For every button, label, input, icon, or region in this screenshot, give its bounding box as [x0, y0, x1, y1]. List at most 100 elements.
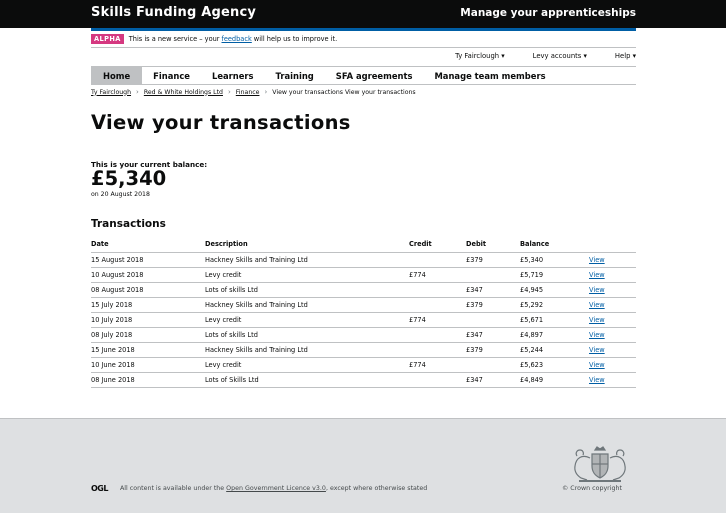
view-transaction-link[interactable]: View — [589, 361, 605, 369]
table-row: 15 June 2018 Hackney Skills and Training… — [91, 342, 636, 358]
feedback-link[interactable]: feedback — [222, 35, 252, 43]
service-name[interactable]: Manage your apprenticeships — [460, 7, 636, 19]
view-transaction-link[interactable]: View — [589, 271, 605, 279]
header-accent-bar — [91, 28, 636, 31]
help-menu[interactable]: Help ▾ — [615, 52, 636, 60]
cell-description: Hackney Skills and Training Ltd — [205, 342, 409, 358]
cell-balance: £4,945 — [520, 282, 589, 298]
breadcrumb-current: View your transactions View your transac… — [272, 88, 416, 96]
cell-balance: £5,623 — [520, 357, 589, 373]
cell-debit — [466, 357, 520, 373]
nav-finance[interactable]: Finance — [142, 67, 201, 85]
transactions-heading: Transactions — [91, 218, 166, 230]
cell-description: Hackney Skills and Training Ltd — [205, 252, 409, 268]
cell-balance: £5,719 — [520, 267, 589, 283]
cell-date: 15 August 2018 — [91, 252, 205, 268]
view-transaction-link[interactable]: View — [589, 316, 605, 324]
view-transaction-link[interactable]: View — [589, 331, 605, 339]
table-row: 10 August 2018 Levy credit £774 £5,719 V… — [91, 267, 636, 283]
cell-description: Hackney Skills and Training Ltd — [205, 297, 409, 313]
ogl-logo: OGL — [91, 484, 108, 493]
levy-accounts-menu[interactable]: Levy accounts ▾ — [533, 52, 587, 60]
table-row: 15 August 2018 Hackney Skills and Traini… — [91, 252, 636, 268]
user-menu[interactable]: Ty Fairclough ▾ — [455, 52, 505, 60]
cell-balance: £5,292 — [520, 297, 589, 313]
cell-debit: £379 — [466, 342, 520, 358]
column-header-date: Date — [91, 237, 205, 253]
cell-action: View — [589, 372, 636, 388]
breadcrumb-organisation[interactable]: Red & White Holdings Ltd — [144, 89, 223, 96]
chevron-right-icon: › — [264, 88, 268, 96]
cell-description: Lots of skills Ltd — [205, 282, 409, 298]
cell-description: Levy credit — [205, 267, 409, 283]
view-transaction-link[interactable]: View — [589, 256, 605, 264]
view-transaction-link[interactable]: View — [589, 376, 605, 384]
crown-copyright-link[interactable]: © Crown copyright — [562, 485, 622, 492]
nav-learners[interactable]: Learners — [201, 67, 265, 85]
nav-manage-team-members[interactable]: Manage team members — [423, 67, 556, 85]
column-header-balance: Balance — [520, 237, 589, 253]
phase-text-after: will help us to improve it. — [253, 35, 338, 43]
nav-training[interactable]: Training — [265, 67, 325, 85]
nav-home[interactable]: Home — [91, 67, 143, 85]
cell-description: Lots of Skills Ltd — [205, 372, 409, 388]
cell-description: Levy credit — [205, 312, 409, 328]
cell-credit — [409, 327, 466, 343]
view-transaction-link[interactable]: View — [589, 286, 605, 294]
licence-text-after: , except where otherwise stated — [325, 485, 428, 492]
cell-balance: £5,244 — [520, 342, 589, 358]
phase-text-before: This is a new service – your — [128, 35, 220, 43]
cell-description: Lots of skills Ltd — [205, 327, 409, 343]
divider — [91, 47, 636, 48]
open-government-licence-link[interactable]: Open Government Licence v3.0 — [226, 485, 326, 492]
global-header: Skills Funding Agency Manage your appren… — [0, 0, 726, 28]
cell-description: Levy credit — [205, 357, 409, 373]
cell-balance: £4,897 — [520, 327, 589, 343]
cell-date: 10 July 2018 — [91, 312, 205, 328]
nav-sfa-agreements[interactable]: SFA agreements — [325, 67, 424, 85]
cell-credit — [409, 372, 466, 388]
phase-banner: ALPHA This is a new service – your feedb… — [91, 34, 337, 44]
cell-action: View — [589, 327, 636, 343]
chevron-right-icon: › — [227, 88, 231, 96]
royal-coat-of-arms-icon — [574, 446, 626, 482]
cell-date: 10 August 2018 — [91, 267, 205, 283]
account-nav: Ty Fairclough ▾ Levy accounts ▾ Help ▾ — [427, 52, 636, 60]
breadcrumb-finance[interactable]: Finance — [236, 89, 260, 96]
cell-debit: £347 — [466, 327, 520, 343]
transactions-body: 15 August 2018 Hackney Skills and Traini… — [91, 252, 636, 388]
cell-credit — [409, 282, 466, 298]
view-transaction-link[interactable]: View — [589, 346, 605, 354]
cell-date: 10 June 2018 — [91, 357, 205, 373]
cell-action: View — [589, 357, 636, 373]
licence-text: All content is available under the Open … — [120, 485, 427, 492]
cell-debit: £347 — [466, 372, 520, 388]
cell-debit: £379 — [466, 252, 520, 268]
brand-logo[interactable]: Skills Funding Agency — [91, 5, 256, 20]
table-row: 15 July 2018 Hackney Skills and Training… — [91, 297, 636, 313]
cell-date: 08 June 2018 — [91, 372, 205, 388]
breadcrumb-user[interactable]: Ty Fairclough — [91, 89, 131, 96]
alpha-tag: ALPHA — [91, 34, 124, 44]
main-nav: Home Finance Learners Training SFA agree… — [91, 67, 636, 85]
cell-date: 15 June 2018 — [91, 342, 205, 358]
cell-credit: £774 — [409, 267, 466, 283]
cell-credit — [409, 252, 466, 268]
cell-action: View — [589, 297, 636, 313]
current-balance: £5,340 — [91, 167, 167, 190]
page-title: View your transactions — [91, 111, 351, 134]
column-header-description: Description — [205, 237, 409, 253]
table-header-row: Date Description Credit Debit Balance — [91, 237, 636, 253]
view-transaction-link[interactable]: View — [589, 301, 605, 309]
cell-debit: £379 — [466, 297, 520, 313]
cell-action: View — [589, 312, 636, 328]
column-header-credit: Credit — [409, 237, 466, 253]
cell-debit — [466, 312, 520, 328]
cell-balance: £5,340 — [520, 252, 589, 268]
cell-date: 08 July 2018 — [91, 327, 205, 343]
cell-credit — [409, 297, 466, 313]
transactions-table: Date Description Credit Debit Balance 15… — [91, 237, 636, 388]
cell-credit: £774 — [409, 312, 466, 328]
cell-date: 08 August 2018 — [91, 282, 205, 298]
table-row: 10 July 2018 Levy credit £774 £5,671 Vie… — [91, 312, 636, 328]
